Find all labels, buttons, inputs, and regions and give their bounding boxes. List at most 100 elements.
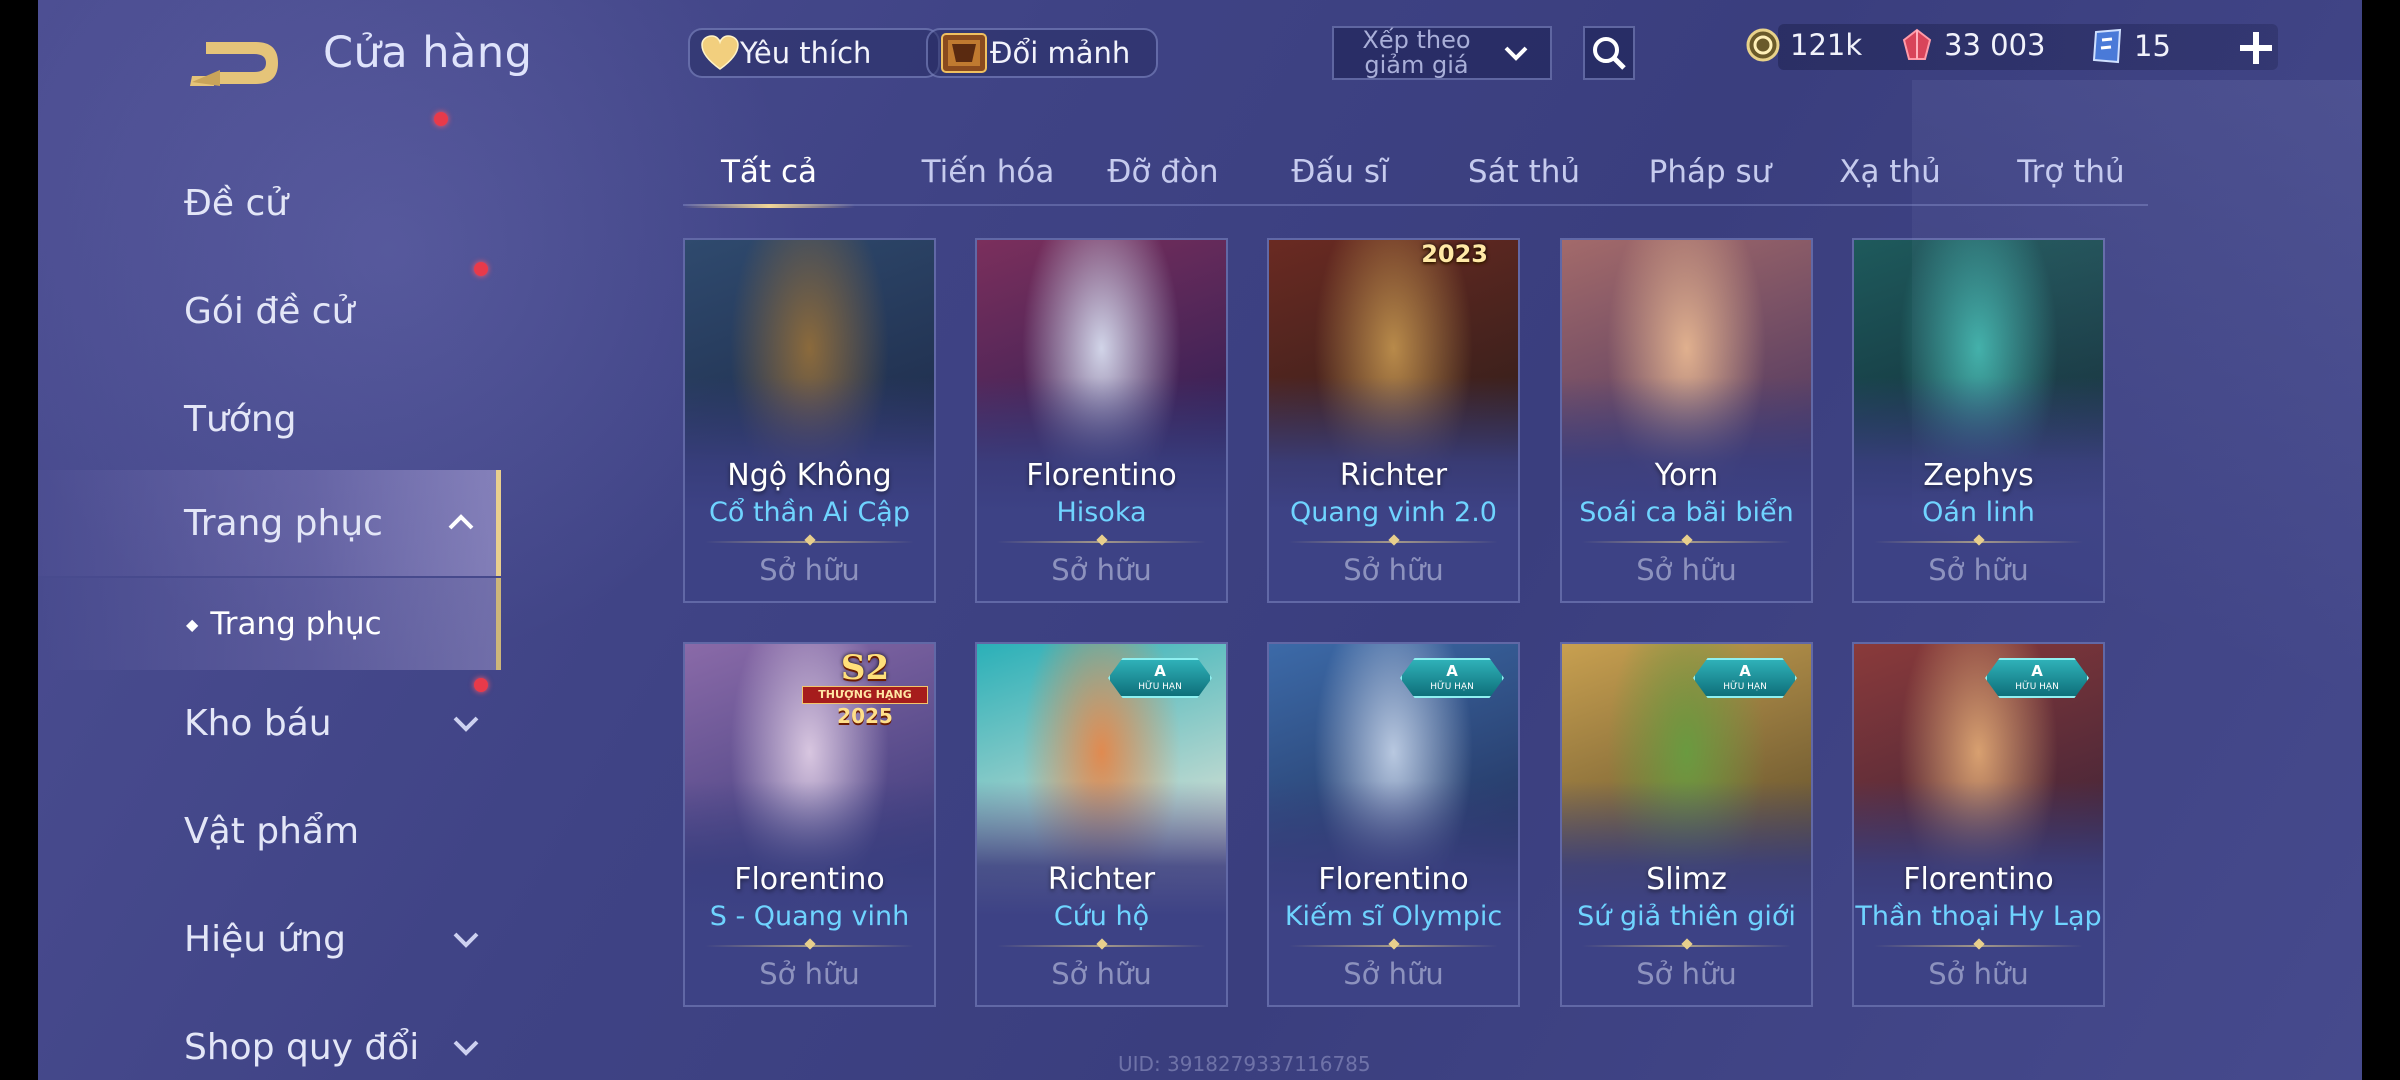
shop-screen: Cửa hàng Đề cử Gói đề cử Tướng Trang phụ…	[38, 0, 2362, 1080]
card-divider	[997, 945, 1206, 947]
sidebar-item-effects[interactable]: Hiệu ứng	[38, 886, 501, 992]
skin-name: Kiếm sĩ Olympic	[1284, 901, 1503, 932]
tab-evolution[interactable]: Tiến hóa	[913, 140, 1063, 204]
blue-voucher-icon	[2092, 28, 2122, 64]
rank-ribbon: THƯỢNG HẠNG	[802, 686, 928, 704]
sidebar-item-treasure[interactable]: Kho báu	[38, 670, 501, 776]
tab-support[interactable]: Trợ thủ	[2009, 140, 2133, 204]
sidebar-item-label: Vật phẩm	[184, 810, 360, 852]
sidebar-item-label: Shop quy đổi	[184, 1026, 420, 1068]
gold-amount: 121k	[1790, 28, 1863, 62]
favorites-button[interactable]: Yêu thích	[688, 28, 940, 78]
skin-name: Hisoka	[1056, 497, 1147, 528]
card-divider	[1874, 945, 2083, 947]
shard-chest-icon	[941, 33, 987, 73]
owned-status: Sở hữu	[759, 553, 860, 587]
card-divider	[1582, 541, 1791, 543]
chevron-down-icon	[1504, 46, 1528, 61]
owned-status: Sở hữu	[1928, 553, 2029, 587]
card-divider	[705, 945, 914, 947]
skin-card[interactable]: Florentino Kiếm sĩ Olympic Sở hữu A HỮU HẠN	[1267, 642, 1520, 1007]
sidebar-subitem-label: Trang phục	[210, 606, 382, 642]
hero-name: Florentino	[1318, 862, 1469, 897]
tab-mage[interactable]: Pháp sư	[1641, 140, 1779, 204]
skin-card[interactable]: Richter Cứu hộ Sở hữu A HỮU HẠN	[975, 642, 1228, 1007]
add-currency-icon[interactable]	[2234, 26, 2278, 70]
gem-currency: 33 003	[1900, 28, 2045, 62]
limited-label: HỮU HẠN	[1430, 682, 1474, 692]
limited-rank-badge: A HỮU HẠN	[1693, 658, 1797, 698]
tab-fighter[interactable]: Đấu sĩ	[1281, 140, 1399, 204]
sidebar-item-skins[interactable]: Trang phục	[38, 470, 501, 576]
sidebar-item-label: Đề cử	[184, 182, 289, 224]
rank-letter: A	[1739, 662, 1751, 680]
skin-card[interactable]: Zephys Oán linh Sở hữu	[1852, 238, 2105, 603]
favorites-label: Yêu thích	[740, 36, 872, 70]
skin-name: S - Quang vinh	[709, 901, 910, 932]
skin-name: Oán linh	[1922, 497, 2035, 528]
sidebar-item-bundles[interactable]: Gói đề cử	[38, 112, 501, 364]
card-divider	[997, 541, 1206, 543]
card-divider	[1289, 945, 1498, 947]
page-title: Cửa hàng	[323, 28, 533, 78]
sort-label: Xếp theo giảm giá	[1362, 26, 1471, 79]
sidebar-subitem-skins[interactable]: ◆ Trang phục	[38, 578, 501, 670]
sidebar-item-exchange-shop[interactable]: Shop quy đổi	[38, 994, 501, 1080]
skin-name: Sứ giả thiên giới	[1577, 901, 1796, 932]
gold-currency: 121k	[1746, 28, 1862, 62]
sidebar: Đề cử Gói đề cử Tướng Trang phục ◆ Trang …	[38, 112, 503, 1080]
notification-dot	[474, 678, 488, 692]
skin-card[interactable]: Richter Quang vinh 2.0 Sở hữu 2023	[1267, 238, 1520, 603]
owned-status: Sở hữu	[1636, 957, 1737, 991]
chevron-down-icon	[453, 1040, 479, 1056]
sidebar-item-label: Hiệu ứng	[184, 918, 346, 960]
skin-name: Cổ thần Ai Cập	[709, 497, 910, 528]
exchange-shards-button[interactable]: Đổi mảnh	[926, 28, 1158, 78]
notification-dot	[434, 112, 448, 126]
skin-card[interactable]: Florentino Hisoka Sở hữu	[975, 238, 1228, 603]
skin-card[interactable]: Slimz Sứ giả thiên giới Sở hữu A HỮU HẠN	[1560, 642, 1813, 1007]
heart-icon	[701, 35, 739, 70]
season-year: 2025	[837, 704, 893, 728]
card-divider	[705, 541, 914, 543]
limited-label: HỮU HẠN	[1138, 682, 1182, 692]
skin-name: Thần thoại Hy Lạp	[1855, 901, 2102, 932]
sidebar-item-label: Gói đề cử	[184, 290, 355, 332]
limited-rank-badge: A HỮU HẠN	[1108, 658, 1212, 698]
hero-name: Florentino	[1026, 458, 1177, 493]
sort-dropdown[interactable]: Xếp theo giảm giá	[1332, 26, 1552, 80]
gold-coin-icon	[1746, 28, 1780, 62]
sidebar-item-items[interactable]: Vật phẩm	[38, 778, 501, 884]
hero-name: Yorn	[1654, 458, 1719, 493]
limited-label: HỮU HẠN	[2015, 682, 2059, 692]
rank-letter: A	[1446, 662, 1458, 680]
sidebar-item-recommended[interactable]: Đề cử	[38, 150, 501, 256]
owned-status: Sở hữu	[1051, 957, 1152, 991]
back-arrow-icon[interactable]	[186, 30, 286, 90]
year-badge: 2023	[1421, 240, 1488, 268]
sidebar-item-heroes[interactable]: Tướng	[38, 366, 501, 472]
search-button[interactable]	[1583, 26, 1635, 80]
exchange-shards-label: Đổi mảnh	[990, 36, 1131, 70]
role-tabs: Tất cả Tiến hóa Đỡ đòn Đấu sĩ Sát thủ Ph…	[683, 140, 2148, 208]
owned-status: Sở hữu	[1928, 957, 2029, 991]
tab-assassin[interactable]: Sát thủ	[1463, 140, 1585, 204]
chevron-up-icon	[448, 514, 474, 530]
hero-name: Zephys	[1923, 458, 2034, 493]
search-icon	[1593, 37, 1626, 70]
skin-card[interactable]: Florentino Thần thoại Hy Lạp Sở hữu A HỮU HẠ…	[1852, 642, 2105, 1007]
rank-letter: A	[2031, 662, 2043, 680]
gem-amount: 33 003	[1944, 28, 2046, 62]
voucher-currency: 15	[2090, 28, 2171, 64]
tab-marksman[interactable]: Xạ thủ	[1831, 140, 1949, 204]
skin-card[interactable]: Ngộ Không Cổ thần Ai Cập Sở hữu	[683, 238, 936, 603]
skin-card[interactable]: Florentino S - Quang vinh Sở hữu S2 THƯỢNG H…	[683, 642, 936, 1007]
limited-label: HỮU HẠN	[1723, 682, 1767, 692]
limited-rank-badge: A HỮU HẠN	[1400, 658, 1504, 698]
card-divider	[1874, 541, 2083, 543]
tab-all[interactable]: Tất cả	[683, 140, 855, 208]
skin-card[interactable]: Yorn Soái ca bãi biển Sở hữu	[1560, 238, 1813, 603]
chevron-down-icon	[453, 932, 479, 948]
tab-tank[interactable]: Đỡ đòn	[1098, 140, 1228, 204]
owned-status: Sở hữu	[759, 957, 860, 991]
